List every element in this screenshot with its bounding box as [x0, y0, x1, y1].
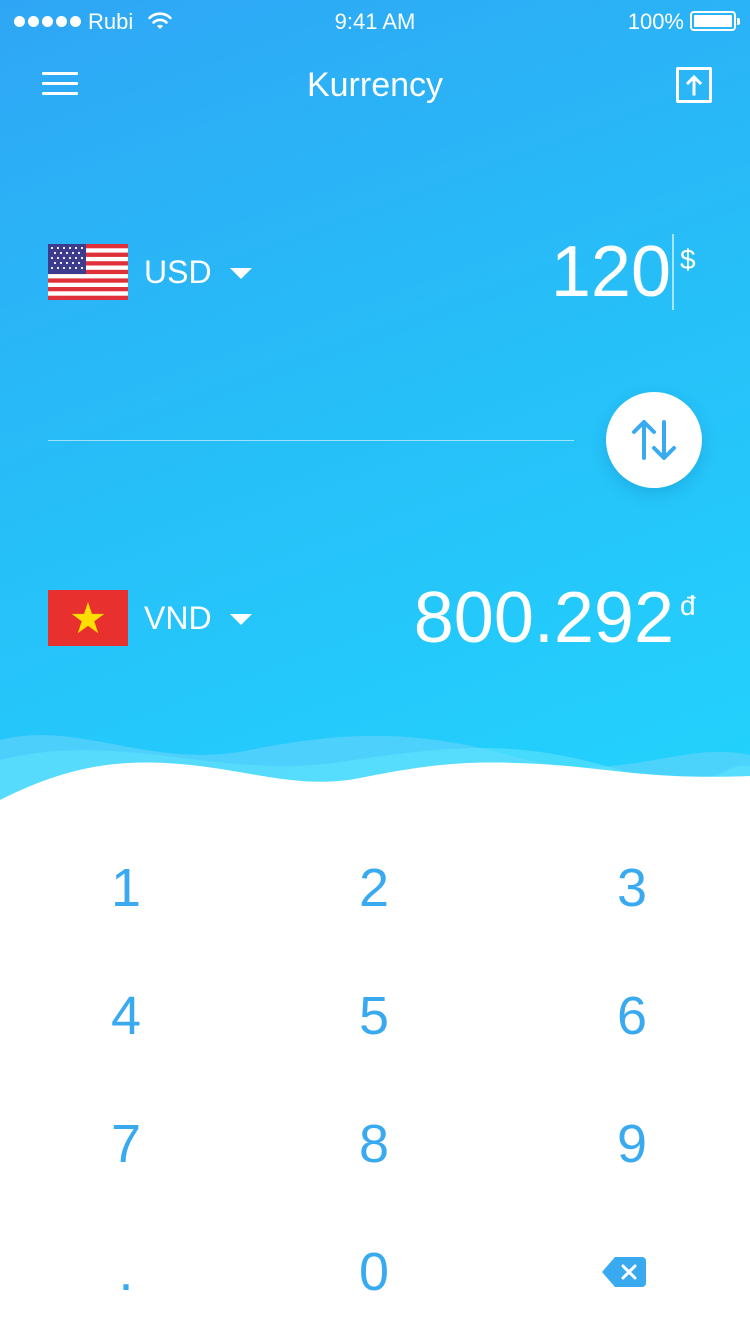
from-currency-select[interactable]: USD: [144, 254, 252, 291]
divider: [48, 440, 574, 441]
key-decimal[interactable]: .: [36, 1212, 216, 1332]
to-currency-code: VND: [144, 600, 212, 636]
backspace-icon: [602, 1257, 646, 1287]
from-currency-row: USD 120 $: [48, 232, 708, 312]
from-currency-symbol: $: [680, 244, 696, 275]
numeric-keypad: 1 2 3 4 5 6 7 8 9 . 0: [0, 822, 750, 1334]
battery-icon: [690, 11, 740, 31]
key-0[interactable]: 0: [284, 1212, 464, 1332]
swap-arrows-icon: [632, 420, 676, 460]
to-currency-symbol: đ: [680, 590, 696, 621]
status-bar: Rubi 9:41 AM 100%: [0, 0, 750, 44]
us-flag-icon: [48, 244, 128, 300]
chevron-down-icon: [229, 268, 252, 279]
wave-decoration: [0, 735, 750, 810]
key-2[interactable]: 2: [284, 828, 464, 948]
app-title: Kurrency: [306, 66, 444, 104]
to-currency-row: VND 800.292 đ: [48, 578, 708, 658]
chevron-down-icon: [229, 614, 252, 625]
key-4[interactable]: 4: [36, 956, 216, 1076]
swap-button[interactable]: [606, 392, 702, 488]
key-7[interactable]: 7: [36, 1084, 216, 1204]
key-3[interactable]: 3: [542, 828, 722, 948]
key-8[interactable]: 8: [284, 1084, 464, 1204]
from-currency-code: USD: [144, 254, 212, 290]
to-amount: 800.292: [413, 578, 674, 658]
key-5[interactable]: 5: [284, 956, 464, 1076]
battery-percentage: 100%: [627, 9, 684, 34]
key-1[interactable]: 1: [36, 828, 216, 948]
to-currency-select[interactable]: VND: [144, 600, 252, 637]
key-9[interactable]: 9: [542, 1084, 722, 1204]
from-amount-input[interactable]: 120: [551, 234, 674, 310]
converter-panel: Rubi 9:41 AM 100% Kurrency USD 120 $ VND…: [0, 0, 750, 810]
vn-flag-icon: [48, 590, 128, 646]
key-6[interactable]: 6: [542, 956, 722, 1076]
backspace-button[interactable]: [534, 1212, 714, 1332]
share-upload-icon[interactable]: [676, 67, 712, 103]
